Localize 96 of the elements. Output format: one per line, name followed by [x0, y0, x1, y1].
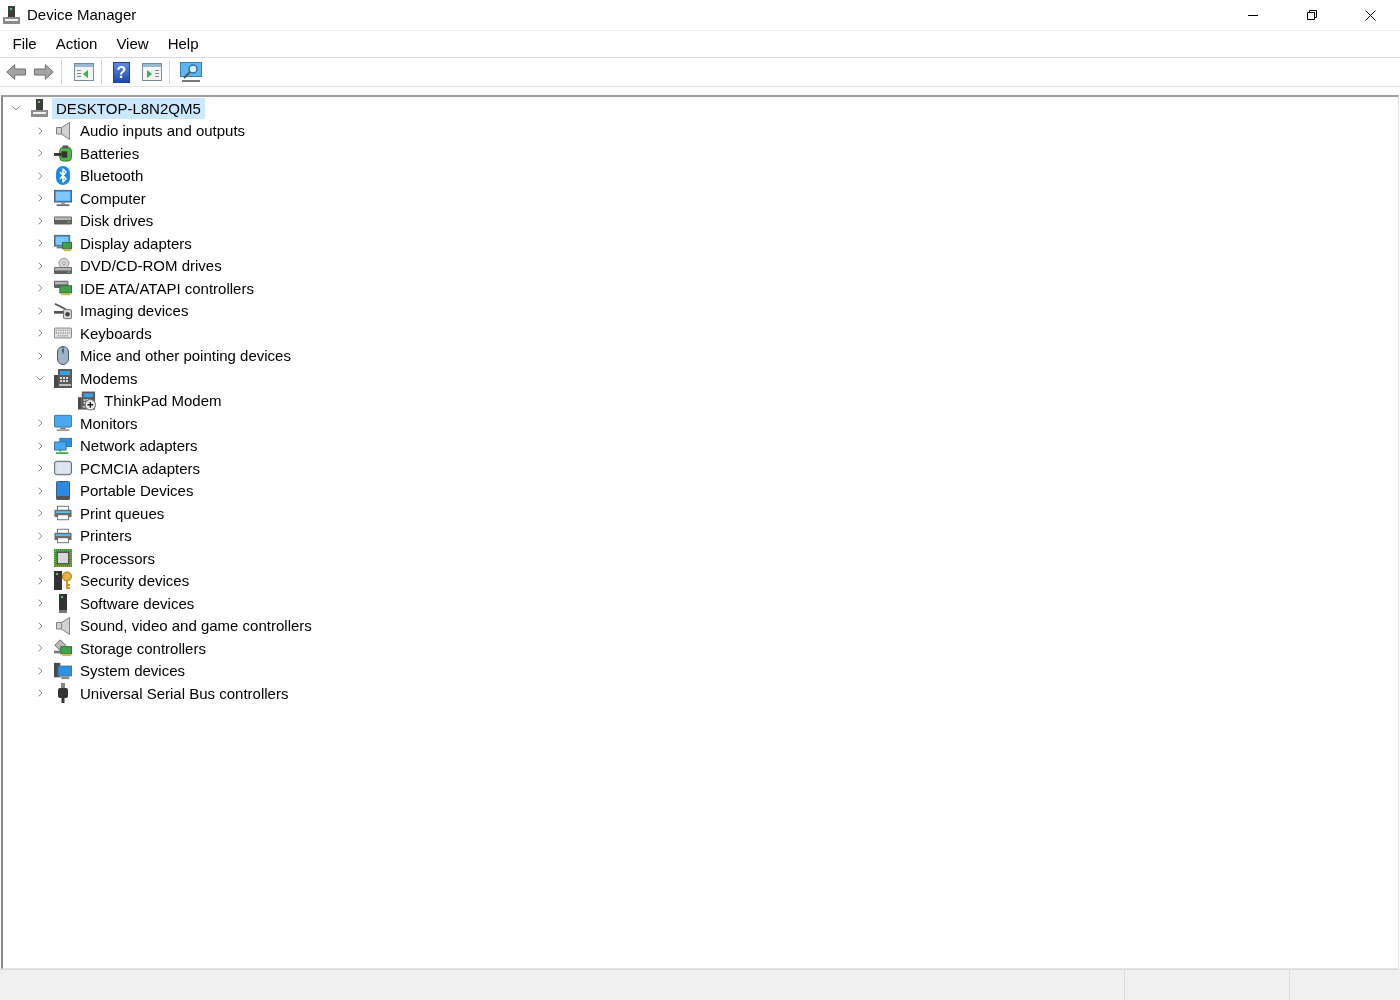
tree-item[interactable]: Storage controllers [76, 637, 210, 659]
forward-arrow-icon [34, 64, 54, 80]
printer-icon [54, 505, 72, 522]
tree-item[interactable]: Software devices [76, 592, 199, 614]
chevron-down-icon[interactable] [12, 105, 20, 111]
tree-item[interactable]: Monitors [76, 412, 142, 434]
chevron-right-icon[interactable] [37, 644, 43, 653]
tree-item[interactable]: Imaging devices [76, 300, 193, 322]
chevron-right-icon[interactable] [37, 419, 43, 428]
close-icon [1365, 9, 1376, 21]
chevron-right-icon[interactable] [37, 441, 43, 450]
monitor-search-icon [180, 62, 202, 82]
chevron-right-icon[interactable] [37, 194, 43, 203]
chevron-right-icon[interactable] [37, 284, 43, 293]
chevron-right-icon[interactable] [37, 599, 43, 608]
back-arrow-icon [6, 64, 26, 80]
tree-item[interactable]: Processors [76, 547, 160, 569]
camera-icon [54, 301, 72, 320]
minimize-icon [1247, 14, 1258, 16]
tree-item[interactable]: Portable Devices [76, 480, 198, 502]
window-title: Device Manager [27, 5, 137, 25]
tree-item[interactable]: PCMCIA adapters [76, 457, 205, 479]
chevron-right-icon[interactable] [37, 149, 43, 158]
tree-item[interactable]: Keyboards [76, 322, 156, 344]
printer-icon [54, 527, 72, 544]
tower-monitor-icon [54, 661, 72, 680]
battery-plug-icon [54, 144, 72, 162]
computer-icon [30, 99, 48, 118]
chevron-right-icon[interactable] [37, 216, 43, 225]
scan-button[interactable] [178, 59, 204, 85]
tree-item[interactable]: DESKTOP-L8N2QM5 [52, 97, 205, 119]
usb-plug-icon [58, 683, 68, 704]
disc-drive-icon [54, 256, 72, 275]
chevron-right-icon[interactable] [37, 531, 43, 540]
disk-drive-icon [54, 216, 72, 226]
menu-item[interactable]: Help [158, 33, 208, 55]
menu-item[interactable]: View [106, 33, 159, 55]
tree-item[interactable]: Security devices [76, 570, 194, 592]
menu-item[interactable]: Action [46, 33, 107, 55]
bluetooth-icon [56, 166, 70, 186]
restore-icon [1306, 10, 1317, 20]
tree-item[interactable]: Printers [76, 525, 136, 547]
tree-item[interactable]: Sound, video and game controllers [76, 615, 316, 637]
chevron-right-icon[interactable] [37, 306, 43, 315]
menu-item[interactable]: File [3, 33, 47, 55]
mouse-icon [57, 346, 69, 366]
window-panel-icon [142, 63, 162, 81]
window-panel-icon [74, 63, 94, 81]
tree-item[interactable]: Bluetooth [76, 165, 148, 187]
tree-item[interactable]: IDE ATA/ATAPI controllers [76, 277, 258, 299]
network-monitors-icon [54, 436, 72, 455]
chevron-right-icon[interactable] [37, 666, 43, 675]
tower-icon [59, 593, 67, 613]
tree-item[interactable]: System devices [76, 660, 190, 682]
chevron-right-icon[interactable] [37, 171, 43, 180]
tree-item[interactable]: Network adapters [76, 435, 202, 457]
speaker-icon [56, 616, 70, 635]
chevron-right-icon[interactable] [37, 486, 43, 495]
monitor-icon [54, 414, 72, 433]
chevron-right-icon[interactable] [37, 621, 43, 630]
monitor-card-icon [54, 234, 72, 253]
fax-machine-plus-icon [78, 390, 96, 411]
tower-key-icon [54, 571, 72, 591]
chevron-right-icon[interactable] [37, 464, 43, 473]
tree-item[interactable]: Batteries [76, 142, 144, 164]
tree-item[interactable]: DVD/CD-ROM drives [76, 255, 226, 277]
chevron-right-icon[interactable] [37, 239, 43, 248]
tree-item[interactable]: Modems [76, 367, 142, 389]
chevron-right-icon[interactable] [37, 689, 43, 698]
tree-item[interactable]: Display adapters [76, 232, 196, 254]
chevron-right-icon[interactable] [37, 351, 43, 360]
chevron-down-icon[interactable] [36, 375, 44, 381]
chevron-right-icon[interactable] [37, 576, 43, 585]
card-icon [54, 460, 72, 477]
tablet-icon [56, 481, 70, 501]
help-button[interactable]: ? [113, 61, 130, 83]
tree-item[interactable]: Audio inputs and outputs [76, 120, 250, 142]
fax-machine-icon [54, 368, 72, 388]
speaker-icon [56, 121, 70, 140]
keyboard-icon [54, 327, 72, 340]
drive-card-icon [54, 280, 72, 297]
tree-item[interactable]: Disk drives [76, 210, 158, 232]
chevron-right-icon[interactable] [37, 509, 43, 518]
tree-item[interactable]: ThinkPad Modem [100, 390, 226, 412]
tree-item[interactable]: Computer [76, 187, 150, 209]
chip-icon [54, 549, 72, 568]
chevron-right-icon[interactable] [37, 554, 43, 563]
monitor-icon [54, 189, 72, 208]
tree-item[interactable]: Print queues [76, 502, 169, 524]
computer-icon [3, 6, 20, 24]
storage-card-icon [54, 639, 72, 658]
chevron-right-icon[interactable] [37, 261, 43, 270]
chevron-right-icon[interactable] [37, 329, 43, 338]
tree-item[interactable]: Universal Serial Bus controllers [76, 682, 293, 704]
tree-item[interactable]: Mice and other pointing devices [76, 345, 295, 367]
chevron-right-icon[interactable] [37, 126, 43, 135]
